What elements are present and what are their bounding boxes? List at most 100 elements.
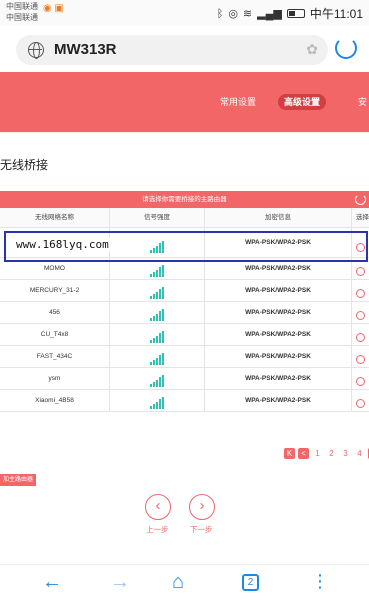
table-row[interactable]: FAST_434C WPA-PSK/WPA2-PSK [0, 346, 369, 368]
select-radio[interactable] [356, 266, 365, 276]
signal-bar [162, 374, 164, 387]
select-radio[interactable] [356, 310, 365, 320]
table-row[interactable]: MERCURY_31-2 WPA-PSK/WPA2-PSK [0, 280, 369, 302]
signal-bar [162, 286, 164, 299]
signal-bar [153, 315, 155, 321]
signal-bar [150, 340, 152, 343]
signal-bar [156, 379, 158, 387]
encryption-cell: WPA-PSK/WPA2-PSK [205, 258, 352, 279]
signal-strength-icon [150, 308, 164, 321]
col-ssid: 无线网络名称 [0, 208, 110, 227]
wifi-icon: ≋ [242, 8, 253, 20]
signal-strength-icon [150, 264, 164, 277]
signal-bar [162, 308, 164, 321]
signal-strength-icon [150, 286, 164, 299]
table-row[interactable]: Xiaomi_4B58 WPA-PSK/WPA2-PSK [0, 390, 369, 412]
ssid-cell: ysm [0, 368, 110, 389]
encryption-cell: WPA-PSK/WPA2-PSK [205, 390, 352, 411]
select-cell [352, 228, 369, 257]
url-field[interactable]: MW313R ✿ [16, 35, 328, 65]
signal-bar [156, 335, 158, 343]
select-radio[interactable] [356, 288, 365, 298]
select-radio[interactable] [356, 376, 365, 386]
select-radio[interactable] [356, 242, 365, 252]
refresh-icon[interactable] [355, 194, 366, 205]
first-page-button[interactable]: K [284, 448, 295, 459]
signal-bar [150, 318, 152, 321]
signal-bar [150, 274, 152, 277]
nav-common-settings[interactable]: 常用设置 [214, 94, 262, 110]
tabs-button[interactable]: 2 [242, 574, 259, 591]
notification-icons: ◉ ▣ [43, 3, 64, 14]
bluetooth-icon: ᛒ [216, 7, 224, 20]
page-3[interactable]: 3 [340, 448, 351, 459]
signal-bar [159, 377, 161, 387]
url-text: MW313R [54, 41, 117, 58]
signal-bar [156, 401, 158, 409]
col-encryption: 加密信息 [205, 208, 352, 227]
table-caption-text: 请选择你需要桥接的主路由器 [142, 196, 227, 203]
forward-arrow-icon[interactable]: → [110, 571, 130, 594]
page-2[interactable]: 2 [326, 448, 337, 459]
signal-bar [162, 352, 164, 365]
add-router-button[interactable]: 加主路由器 [0, 474, 37, 486]
home-icon[interactable]: ⌂ [172, 571, 184, 594]
signal-icon: ▂▄▆ [257, 8, 282, 20]
signal-cell [110, 324, 205, 345]
select-radio[interactable] [356, 398, 365, 408]
page-4[interactable]: 4 [354, 448, 365, 459]
select-cell [352, 258, 369, 279]
signal-bar [159, 289, 161, 299]
select-radio[interactable] [356, 332, 365, 342]
signal-bar [153, 271, 155, 277]
browser-bottom-bar: ← → ⌂ 2 ⋮ [0, 564, 369, 600]
nav-more[interactable]: 安 [352, 94, 369, 110]
signal-bar [150, 250, 152, 253]
signal-bar [159, 311, 161, 321]
more-menu-icon[interactable]: ⋮ [311, 571, 329, 592]
reload-icon[interactable] [335, 37, 357, 59]
table-row[interactable]: MOMO WPA-PSK/WPA2-PSK [0, 258, 369, 280]
select-cell [352, 280, 369, 301]
table-row[interactable]: CU_T4x8 WPA-PSK/WPA2-PSK [0, 324, 369, 346]
select-cell [352, 346, 369, 367]
watermark: www.168lyq.com [14, 238, 111, 251]
signal-bar [159, 267, 161, 277]
clock: 中午11:01 [309, 7, 363, 21]
eye-icon: ◎ [228, 8, 238, 20]
signal-bar [153, 293, 155, 299]
status-icons: ᛒ ◎ ≋ ▂▄▆ 中午11:01 [217, 5, 363, 22]
signal-bar [156, 357, 158, 365]
signal-bar [156, 313, 158, 321]
status-bar: 中国联通 中国联通 ◉ ▣ ᛒ ◎ ≋ ▂▄▆ 中午11:01 [0, 0, 369, 26]
ssid-cell: Xiaomi_4B58 [0, 390, 110, 411]
encryption-cell: WPA-PSK/WPA2-PSK [205, 346, 352, 367]
signal-bar [159, 355, 161, 365]
ssid-cell: FAST_434C [0, 346, 110, 367]
col-select: 选择 [356, 214, 369, 221]
signal-bar [159, 399, 161, 409]
prev-step-label[interactable]: 上一步 [146, 524, 169, 535]
prev-page-button[interactable]: < [298, 448, 309, 459]
signal-cell [110, 258, 205, 279]
encryption-cell: WPA-PSK/WPA2-PSK [205, 368, 352, 389]
signal-bar [150, 406, 152, 409]
paw-icon[interactable]: ✿ [306, 41, 318, 58]
table-row[interactable]: 456 WPA-PSK/WPA2-PSK [0, 302, 369, 324]
page-1[interactable]: 1 [312, 448, 323, 459]
table-header: 无线网络名称 信号强度 加密信息 选择 [0, 208, 369, 228]
signal-strength-icon [150, 240, 164, 253]
signal-strength-icon [150, 396, 164, 409]
page-title: 无线桥接 [0, 158, 49, 172]
nav-advanced-settings[interactable]: 高级设置 [278, 94, 327, 110]
signal-bar [153, 247, 155, 253]
select-radio[interactable] [356, 354, 365, 364]
signal-bar [162, 330, 164, 343]
back-arrow-icon[interactable]: ← [42, 571, 62, 594]
table-row[interactable]: ysm WPA-PSK/WPA2-PSK [0, 368, 369, 390]
prev-step-button[interactable]: ‹ [145, 494, 171, 520]
next-step-button[interactable]: › [189, 494, 215, 520]
ssid-cell: MOMO [0, 258, 110, 279]
next-step-label[interactable]: 下一步 [190, 524, 213, 535]
ssid-cell: 456 [0, 302, 110, 323]
